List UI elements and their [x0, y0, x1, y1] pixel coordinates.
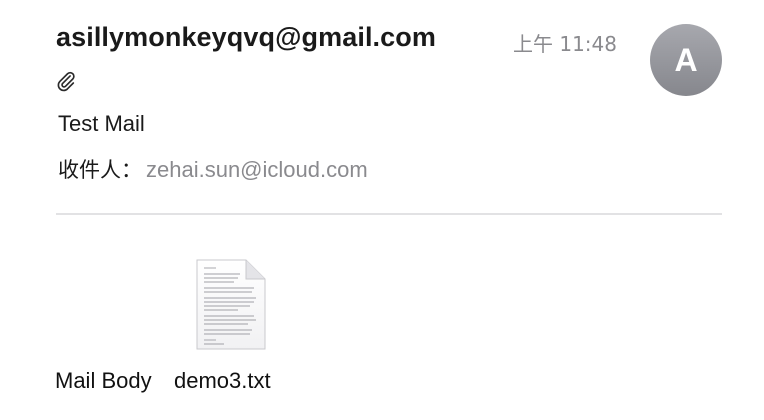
attachment-filename[interactable]: demo3.txt	[174, 368, 271, 394]
sender-avatar[interactable]: A	[650, 24, 722, 96]
recipients-row: 收件人： zehai.sun@icloud.com	[58, 154, 368, 184]
received-time: 上午 11:48	[513, 32, 617, 56]
avatar-initial: A	[674, 41, 698, 78]
mail-body-label[interactable]: Mail Body	[55, 368, 152, 394]
recipient-address[interactable]: zehai.sun@icloud.com	[146, 157, 368, 183]
paperclip-icon	[57, 71, 75, 92]
header-divider	[56, 213, 722, 215]
text-document-icon[interactable]	[194, 258, 268, 352]
recipient-label: 收件人：	[58, 158, 142, 182]
sender-address[interactable]: asillymonkeyqvq@gmail.com	[56, 22, 436, 53]
mail-subject: Test Mail	[58, 111, 145, 136]
